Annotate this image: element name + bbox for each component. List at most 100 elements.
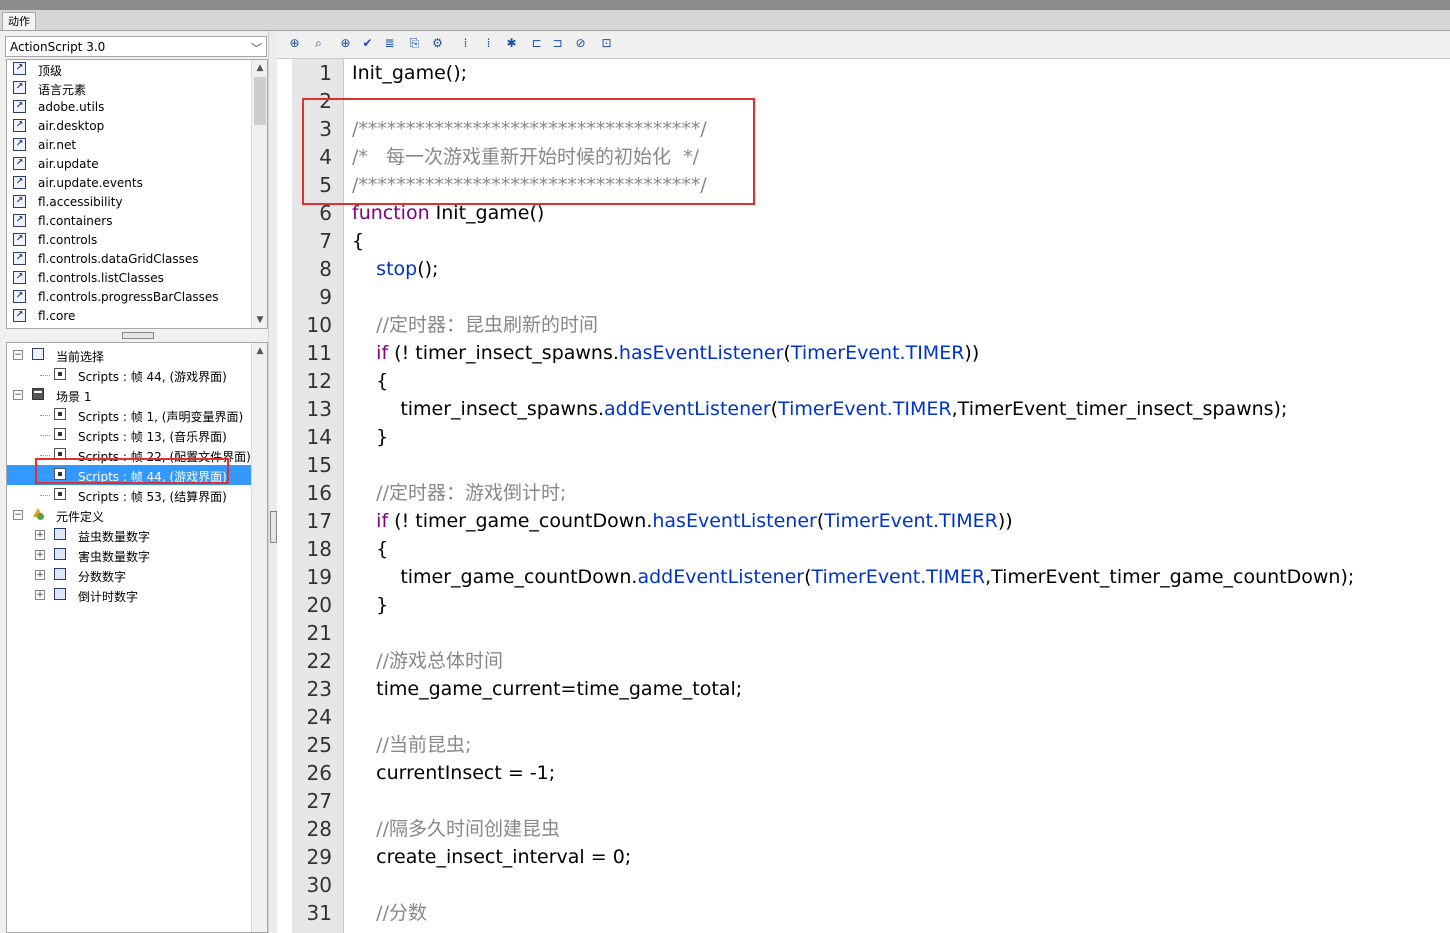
code-line[interactable]: if (! timer_game_countDown.hasEventListe…: [352, 507, 1013, 535]
code-line[interactable]: time_game_current=time_game_total;: [352, 675, 742, 703]
scroll-down-icon[interactable]: ▼: [252, 312, 267, 328]
tree-item-label: 益虫数量数字: [78, 530, 151, 544]
tree-item[interactable]: − 当前选择: [7, 345, 251, 365]
code-line[interactable]: {: [352, 227, 364, 255]
tree-item[interactable]: − 场景 1: [7, 385, 251, 405]
library-item[interactable]: ↗ fl.controls: [7, 231, 251, 250]
code-line[interactable]: /************************************/: [352, 171, 707, 199]
code-token: create_insect_interval = 0;: [352, 846, 632, 868]
code-line[interactable]: create_insect_interval = 0;: [352, 843, 631, 871]
code-line[interactable]: if (! timer_insect_spawns.hasEventListen…: [352, 339, 979, 367]
code-line[interactable]: //分数: [352, 899, 427, 927]
tree-item[interactable]: + 分数数字: [7, 565, 251, 585]
library-item[interactable]: ↗ air.desktop: [7, 117, 251, 136]
navigator-scrollbar[interactable]: ▲: [251, 343, 267, 932]
library-item[interactable]: ↗ fl.accessibility: [7, 193, 251, 212]
collapse-selection-icon[interactable]: ⁞: [480, 35, 497, 52]
code-line[interactable]: {: [352, 535, 388, 563]
code-token: /* 每一次游戏重新开始时候的初始化 */: [352, 146, 700, 168]
splitter-grip[interactable]: [270, 511, 277, 543]
scroll-up-icon[interactable]: ▲: [252, 60, 267, 76]
code-line[interactable]: Init_game();: [352, 59, 467, 87]
code-line[interactable]: //游戏总体时间: [352, 647, 503, 675]
library-scrollbar[interactable]: ▲ ▼: [251, 60, 267, 328]
library-item[interactable]: ↗ fl.controls.dataGridClasses: [7, 250, 251, 269]
line-number: 1: [319, 61, 332, 85]
panel-splitter[interactable]: [268, 31, 277, 933]
collapse-icon[interactable]: −: [13, 350, 23, 360]
apply-block-comment-icon[interactable]: ⊏: [528, 35, 545, 52]
code-line[interactable]: }: [352, 591, 388, 619]
tree-item[interactable]: Scripts : 帧 13, (音乐界面): [7, 425, 251, 445]
code-line[interactable]: timer_insect_spawns.addEventListener(Tim…: [352, 395, 1287, 423]
package-icon: ↗: [13, 176, 26, 189]
tree-item[interactable]: + 益虫数量数字: [7, 525, 251, 545]
library-item[interactable]: ↗ fl.controls.progressBarClasses: [7, 288, 251, 307]
tree-connector: [40, 415, 50, 416]
tree-item[interactable]: Scripts : 帧 1, (声明变量界面): [7, 405, 251, 425]
expand-all-icon[interactable]: ✱: [503, 35, 520, 52]
check-syntax-icon[interactable]: ✔: [359, 35, 376, 52]
insert-target-path-icon[interactable]: ⊕: [337, 35, 354, 52]
library-item[interactable]: ↗ air.net: [7, 136, 251, 155]
auto-format-icon[interactable]: ≣: [381, 35, 398, 52]
scroll-thumb[interactable]: [254, 77, 266, 125]
find-icon[interactable]: ⌕: [310, 35, 327, 52]
remove-comment-icon[interactable]: ⊘: [572, 35, 589, 52]
code-line[interactable]: timer_game_countDown.addEventListener(Ti…: [352, 563, 1354, 591]
code-line[interactable]: //隔多久时间创建昆虫: [352, 815, 560, 843]
expand-icon[interactable]: +: [35, 550, 45, 560]
library-item[interactable]: ↗ fl.core: [7, 307, 251, 326]
script-editor[interactable]: 1 Init_game(); 2 3/************************…: [277, 59, 1450, 933]
chevron-down-icon[interactable]: ﹀: [251, 40, 262, 56]
add-statement-icon[interactable]: ⊕: [286, 35, 303, 52]
code-line[interactable]: }: [352, 423, 388, 451]
code-line[interactable]: stop();: [352, 255, 438, 283]
tree-item[interactable]: Scripts : 帧 44, (游戏界面): [7, 465, 251, 485]
tree-item[interactable]: Scripts : 帧 53, (结算界面): [7, 485, 251, 505]
code-token: {: [352, 370, 389, 392]
show-hide-toolbox-icon[interactable]: ⊡: [598, 35, 615, 52]
debug-options-icon[interactable]: ⚙: [429, 35, 446, 52]
scroll-up-icon[interactable]: ▲: [252, 343, 267, 359]
collapse-between-braces-icon[interactable]: ⁞: [457, 35, 474, 52]
library-item[interactable]: ↗ fl.controls.listClasses: [7, 269, 251, 288]
expand-icon[interactable]: +: [35, 590, 45, 600]
code-line[interactable]: {: [352, 367, 388, 395]
package-icon: ↗: [13, 233, 26, 246]
code-token: timer_game_countDown.: [352, 566, 638, 588]
apply-line-comment-icon[interactable]: ⊐: [549, 35, 566, 52]
package-icon: ↗: [13, 252, 26, 265]
code-line[interactable]: //定时器：游戏倒计时;: [352, 479, 566, 507]
expand-icon[interactable]: +: [35, 570, 45, 580]
show-code-hint-icon[interactable]: ⎘: [406, 35, 423, 52]
splitter-grip[interactable]: [122, 332, 154, 339]
code-line[interactable]: function Init_game(): [352, 199, 544, 227]
code-token: (! timer_game_countDown.: [388, 510, 653, 532]
expand-icon[interactable]: +: [35, 530, 45, 540]
library-item[interactable]: ↗ fl.containers: [7, 212, 251, 231]
tree-item[interactable]: + 害虫数量数字: [7, 545, 251, 565]
collapse-icon[interactable]: −: [13, 510, 23, 520]
graphic-symbol-icon: [54, 568, 66, 580]
library-item[interactable]: ↗ 顶级: [7, 60, 251, 79]
tree-item[interactable]: Scripts : 帧 22, (配置文件界面): [7, 445, 251, 465]
toolbox-splitter[interactable]: [6, 330, 268, 340]
library-item[interactable]: ↗ air.update.events: [7, 174, 251, 193]
tree-item[interactable]: − 元件定义: [7, 505, 251, 525]
code-line[interactable]: //当前昆虫;: [352, 731, 471, 759]
code-line[interactable]: //定时器：昆虫刷新的时间: [352, 311, 598, 339]
tree-item[interactable]: + 倒计时数字: [7, 585, 251, 605]
library-item[interactable]: ↗ air.update: [7, 155, 251, 174]
tree-item-label: 元件定义: [56, 510, 105, 524]
collapse-icon[interactable]: −: [13, 390, 23, 400]
language-version-select[interactable]: ActionScript 3.0 ﹀: [5, 36, 267, 57]
tree-item[interactable]: Scripts : 帧 44, (游戏界面): [7, 365, 251, 385]
package-icon: ↗: [13, 214, 26, 227]
code-line[interactable]: /* 每一次游戏重新开始时候的初始化 */: [352, 143, 699, 171]
panel-tab-actions[interactable]: 动作: [2, 12, 36, 30]
code-line[interactable]: /************************************/: [352, 115, 707, 143]
code-line[interactable]: currentInsect = -1;: [352, 759, 555, 787]
library-item[interactable]: ↗ adobe.utils: [7, 98, 251, 117]
library-item[interactable]: ↗ 语言元素: [7, 79, 251, 98]
